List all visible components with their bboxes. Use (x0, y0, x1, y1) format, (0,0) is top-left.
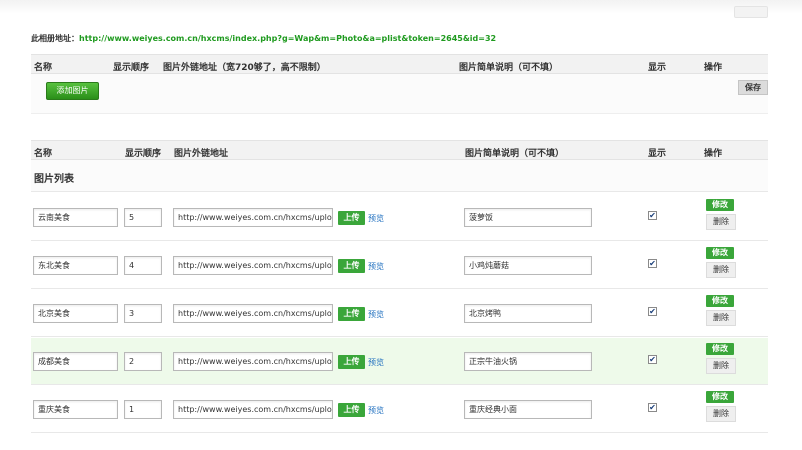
display-checkbox[interactable]: ✔ (648, 403, 657, 412)
upload-button[interactable]: 上传 (338, 403, 365, 417)
add-image-area: 添加图片 保存 (31, 74, 768, 114)
name-input[interactable]: 重庆美食 (33, 400, 118, 419)
delete-button[interactable]: 删除 (706, 214, 736, 230)
image-list-heading: 图片列表 (34, 174, 74, 185)
image-url-input[interactable]: http://www.weiyes.com.cn/hxcms/uploads/i (173, 400, 333, 419)
image-url-input[interactable]: http://www.weiyes.com.cn/hxcms/uploads/i (173, 256, 333, 275)
header-name: 名称 (34, 149, 53, 159)
image-url-input[interactable]: http://www.weiyes.com.cn/hxcms/uploads/i (173, 352, 333, 371)
header-display: 显示 (648, 149, 667, 159)
edit-button[interactable]: 修改 (706, 391, 734, 403)
save-button[interactable]: 保存 (738, 80, 768, 95)
delete-button[interactable]: 删除 (706, 262, 736, 278)
image-url-input[interactable]: http://www.weiyes.com.cn/hxcms/uploads/i (173, 208, 333, 227)
description-input[interactable]: 正宗牛油火锅 (464, 352, 592, 371)
order-input[interactable]: 1 (124, 400, 162, 419)
preview-link[interactable]: 预览 (368, 261, 384, 272)
edit-button[interactable]: 修改 (706, 247, 734, 259)
checkmark-icon: ✔ (649, 259, 656, 268)
header-image-url: 图片外链地址（宽720够了，高不限制） (163, 63, 326, 73)
scrollbar-thumb[interactable] (734, 6, 768, 18)
preview-link[interactable]: 预览 (368, 213, 384, 224)
checkmark-icon: ✔ (649, 355, 656, 364)
name-input[interactable]: 云南美食 (33, 208, 118, 227)
order-input[interactable]: 5 (124, 208, 162, 227)
preview-link[interactable]: 预览 (368, 405, 384, 416)
delete-button[interactable]: 删除 (706, 406, 736, 422)
description-input[interactable]: 菠萝饭 (464, 208, 592, 227)
album-address-link[interactable]: http://www.weiyes.com.cn/hxcms/index.php… (79, 34, 496, 43)
name-input[interactable]: 北京美食 (33, 304, 118, 323)
preview-link[interactable]: 预览 (368, 309, 384, 320)
edit-button[interactable]: 修改 (706, 343, 734, 355)
order-input[interactable]: 2 (124, 352, 162, 371)
delete-button[interactable]: 删除 (706, 358, 736, 374)
image-list-title: 图片列表 (31, 160, 768, 192)
name-input[interactable]: 东北美食 (33, 256, 118, 275)
checkmark-icon: ✔ (649, 211, 656, 220)
display-checkbox[interactable]: ✔ (648, 259, 657, 268)
name-input[interactable]: 成都美食 (33, 352, 118, 371)
header-order: 显示顺序 (113, 63, 150, 73)
order-input[interactable]: 4 (124, 256, 162, 275)
display-checkbox[interactable]: ✔ (648, 307, 657, 316)
description-input[interactable]: 重庆经典小面 (464, 400, 592, 419)
table-row: 东北美食 4 http://www.weiyes.com.cn/hxcms/up… (31, 242, 768, 289)
table-row: 成都美食 2 http://www.weiyes.com.cn/hxcms/up… (31, 338, 768, 385)
upload-button[interactable]: 上传 (338, 307, 365, 321)
header-actions: 操作 (704, 149, 723, 159)
order-input[interactable]: 3 (124, 304, 162, 323)
checkmark-icon: ✔ (649, 403, 656, 412)
table-row: 重庆美食 1 http://www.weiyes.com.cn/hxcms/up… (31, 386, 768, 433)
image-url-input[interactable]: http://www.weiyes.com.cn/hxcms/uploads/i (173, 304, 333, 323)
header-actions: 操作 (704, 63, 723, 73)
edit-button[interactable]: 修改 (706, 199, 734, 211)
delete-button[interactable]: 删除 (706, 310, 736, 326)
header-order: 显示顺序 (125, 149, 162, 159)
table-row: 云南美食 5 http://www.weiyes.com.cn/hxcms/up… (31, 194, 768, 241)
description-input[interactable]: 小鸡炖蘑菇 (464, 256, 592, 275)
header-description: 图片简单说明（可不填） (459, 63, 559, 73)
header-image-url: 图片外链地址 (174, 149, 229, 159)
list-table-header: 名称 显示顺序 图片外链地址 图片简单说明（可不填） 显示 操作 (31, 140, 768, 160)
preview-link[interactable]: 预览 (368, 357, 384, 368)
upload-button[interactable]: 上传 (338, 211, 365, 225)
upload-button[interactable]: 上传 (338, 259, 365, 273)
display-checkbox[interactable]: ✔ (648, 211, 657, 220)
header-display: 显示 (648, 63, 667, 73)
add-table-header: 名称 显示顺序 图片外链地址（宽720够了，高不限制） 图片简单说明（可不填） … (31, 54, 768, 74)
upload-button[interactable]: 上传 (338, 355, 365, 369)
add-image-button[interactable]: 添加图片 (46, 82, 99, 100)
description-input[interactable]: 北京烤鸭 (464, 304, 592, 323)
album-address: 此相册地址：http://www.weiyes.com.cn/hxcms/ind… (31, 33, 496, 44)
album-address-label: 此相册地址： (31, 34, 79, 43)
table-row: 北京美食 3 http://www.weiyes.com.cn/hxcms/up… (31, 290, 768, 337)
display-checkbox[interactable]: ✔ (648, 355, 657, 364)
checkmark-icon: ✔ (649, 307, 656, 316)
header-name: 名称 (34, 63, 53, 73)
edit-button[interactable]: 修改 (706, 295, 734, 307)
header-description: 图片简单说明（可不填） (465, 149, 565, 159)
window-top-shadow (0, 0, 802, 14)
